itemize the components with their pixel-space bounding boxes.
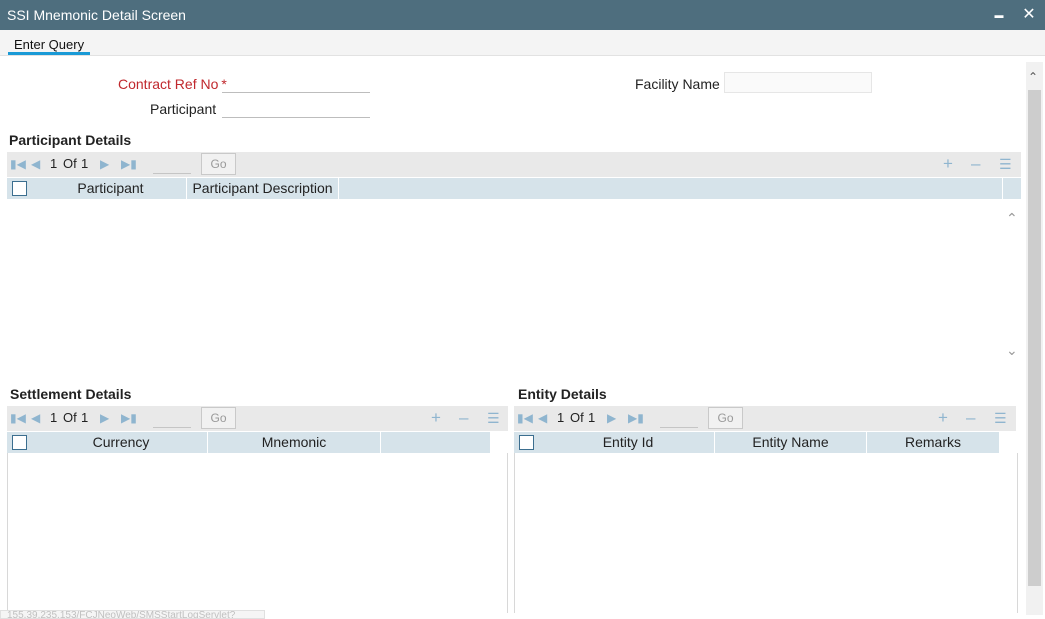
go-button[interactable]: Go [201,407,236,429]
delete-row-icon[interactable]: – [971,154,980,174]
go-button[interactable]: Go [201,153,236,175]
add-row-icon[interactable]: + [431,408,441,428]
settlement-details-title: Settlement Details [10,386,132,402]
participant-grid-body [7,199,1021,375]
column-entity-id[interactable]: Entity Id [542,432,715,453]
single-view-icon[interactable]: ☰ [487,408,500,428]
select-all-checkbox[interactable] [519,435,534,450]
pager-of: Of [63,410,77,425]
facility-name-label: Facility Name [635,76,720,92]
entity-grid-body [514,453,1018,613]
column-spacer [339,178,1003,199]
first-page-icon[interactable]: ▮◀ [517,411,533,425]
scroll-down-icon[interactable]: ⌄ [1006,342,1018,359]
pager-current: 1 [50,156,58,171]
delete-row-icon[interactable]: – [459,408,468,428]
previous-page-icon[interactable]: ◀ [538,411,547,425]
first-page-icon[interactable]: ▮◀ [10,411,26,425]
entity-pager: ▮◀ ◀ 1 Of 1 ▶ ▶▮ Go + – ☰ [514,406,1016,431]
contract-ref-input[interactable] [222,73,370,93]
column-spacer [381,432,491,453]
column-entity-name[interactable]: Entity Name [715,432,867,453]
participant-pager: ▮◀ ◀ 1 Of 1 ▶ ▶▮ Go + – ☰ [7,152,1021,177]
previous-page-icon[interactable]: ◀ [31,157,40,171]
delete-row-icon[interactable]: – [966,408,975,428]
next-page-icon[interactable]: ▶ [607,411,616,425]
participant-input[interactable] [222,98,370,118]
close-icon[interactable]: ✕ [1020,5,1038,25]
next-page-icon[interactable]: ▶ [100,157,109,171]
scrollbar-thumb[interactable] [1028,90,1041,586]
status-bar: 155.39.235.153/FCJNeoWeb/SMSStartLogServ… [0,610,265,619]
main-scrollbar[interactable]: ⌃ [1026,62,1043,615]
status-url: 155.39.235.153/FCJNeoWeb/SMSStartLogServ… [7,610,236,619]
contract-ref-label: Contract Ref No * [118,76,227,92]
pager-total: 1 [81,410,89,425]
settlement-pager: ▮◀ ◀ 1 Of 1 ▶ ▶▮ Go + – ☰ [7,406,508,431]
add-row-icon[interactable]: + [938,408,948,428]
column-remarks[interactable]: Remarks [867,432,1000,453]
last-page-icon[interactable]: ▶▮ [628,411,644,425]
window-title: SSI Mnemonic Detail Screen [7,7,186,23]
single-view-icon[interactable]: ☰ [994,408,1007,428]
page-number-input[interactable] [660,409,698,428]
go-button[interactable]: Go [708,407,743,429]
page-number-input[interactable] [153,409,191,428]
facility-name-input[interactable] [724,72,872,93]
last-page-icon[interactable]: ▶▮ [121,157,137,171]
last-page-icon[interactable]: ▶▮ [121,411,137,425]
participant-label: Participant [150,101,217,117]
pager-current: 1 [557,410,565,425]
entity-grid-header: Entity Id Entity Name Remarks [514,432,1000,453]
participant-details-title: Participant Details [9,132,132,148]
scroll-up-icon[interactable]: ⌃ [1006,210,1018,227]
pager-current: 1 [50,410,58,425]
previous-page-icon[interactable]: ◀ [31,411,40,425]
select-all-checkbox[interactable] [12,435,27,450]
single-view-icon[interactable]: ☰ [999,154,1012,174]
participant-grid-header: Participant Participant Description [7,178,1021,199]
next-page-icon[interactable]: ▶ [100,411,109,425]
pager-total: 1 [81,156,89,171]
toolbar: Enter Query [0,30,1045,56]
settlement-grid-body [7,453,508,613]
pager-of: Of [63,156,77,171]
first-page-icon[interactable]: ▮◀ [10,157,26,171]
column-participant[interactable]: Participant [35,178,187,199]
window-title-bar: SSI Mnemonic Detail Screen ▬ ✕ [0,0,1045,30]
enter-query-button[interactable]: Enter Query [8,37,91,55]
minimize-icon[interactable]: ▬ [990,5,1008,25]
column-participant-description[interactable]: Participant Description [187,178,339,199]
add-row-icon[interactable]: + [943,154,953,174]
settlement-grid-header: Currency Mnemonic [7,432,491,453]
column-mnemonic[interactable]: Mnemonic [208,432,381,453]
scroll-up-icon[interactable]: ⌃ [1028,70,1038,84]
entity-details-title: Entity Details [518,386,607,402]
page-number-input[interactable] [153,155,191,174]
column-currency[interactable]: Currency [35,432,208,453]
pager-total: 1 [588,410,596,425]
select-all-checkbox[interactable] [12,181,27,196]
pager-of: Of [570,410,584,425]
